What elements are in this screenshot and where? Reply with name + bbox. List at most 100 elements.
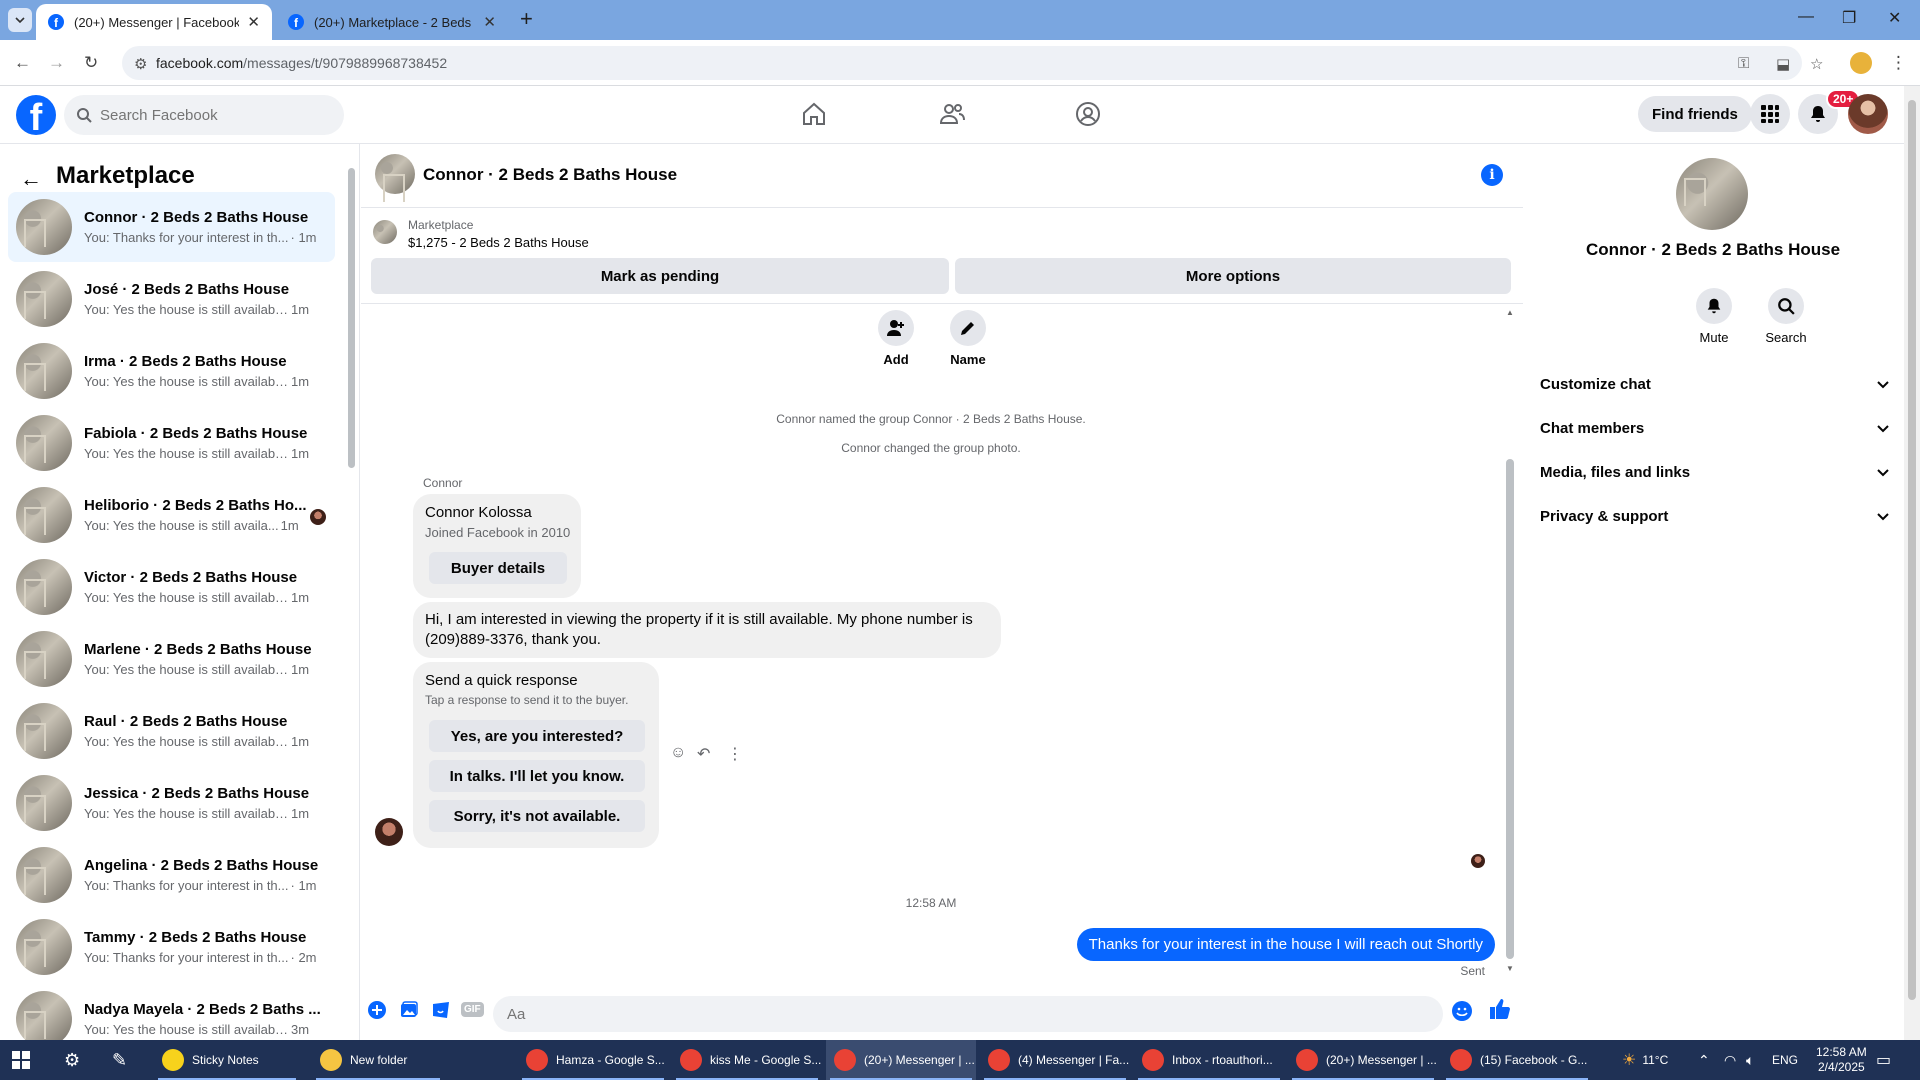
reload-icon[interactable]: ↻	[84, 53, 98, 73]
friends-icon[interactable]	[938, 100, 966, 128]
photo-icon[interactable]	[399, 1000, 419, 1020]
seen-avatar	[310, 509, 326, 525]
sticker-icon[interactable]	[431, 1000, 451, 1020]
wifi-icon[interactable]: ◠	[1724, 1040, 1736, 1080]
windows-start-icon[interactable]	[12, 1040, 30, 1080]
reply-icon[interactable]: ↶	[697, 744, 710, 764]
taskbar-item[interactable]: (20+) Messenger | ...	[1288, 1040, 1438, 1080]
sender-avatar[interactable]	[375, 818, 403, 846]
conversation-item[interactable]: Victor · 2 Beds 2 Baths House You: Yes th…	[8, 552, 335, 622]
address-bar[interactable]: ⚙ facebook.com/messages/t/90798899687384…	[122, 46, 1823, 80]
find-friends-button[interactable]: Find friends	[1638, 96, 1752, 132]
menu-grid-icon[interactable]	[1750, 94, 1790, 134]
minimize-icon[interactable]: —	[1798, 8, 1814, 26]
back-arrow-icon[interactable]: ←	[20, 166, 42, 192]
conversation-item[interactable]: Fabiola · 2 Beds 2 Baths House You: Yes t…	[8, 408, 335, 478]
profile-avatar[interactable]	[1848, 94, 1888, 134]
buyer-details-button[interactable]: Buyer details	[429, 552, 567, 584]
listing-title[interactable]: $1,275 - 2 Beds 2 Baths House	[408, 235, 589, 250]
taskbar-item[interactable]: (15) Facebook - G...	[1442, 1040, 1592, 1080]
quick-response-not-available[interactable]: Sorry, it's not available.	[429, 800, 645, 832]
thumbs-up-icon[interactable]	[1489, 998, 1511, 1020]
conversation-item[interactable]: Jessica · 2 Beds 2 Baths House You: Yes t…	[8, 768, 335, 838]
system-message: Connor changed the group photo.	[841, 441, 1021, 455]
browser-tab-marketplace[interactable]: f (20+) Marketplace - 2 Beds 2 B ✕	[276, 4, 508, 40]
groups-icon[interactable]	[1074, 100, 1102, 128]
notepad-icon[interactable]: ✎	[112, 1040, 127, 1080]
listing-thumbnail[interactable]	[373, 220, 397, 244]
volume-icon[interactable]: 🔈︎	[1746, 1040, 1754, 1080]
emoji-icon[interactable]	[1451, 1000, 1473, 1022]
info-icon[interactable]: i	[1481, 164, 1503, 186]
search-input[interactable]	[100, 106, 320, 124]
tab-search-button[interactable]	[8, 8, 32, 32]
page-scrollbar[interactable]	[1904, 86, 1920, 1040]
conversation-item[interactable]: Angelina · 2 Beds 2 Baths House You: Than…	[8, 840, 335, 910]
close-tab-icon[interactable]: ✕	[483, 13, 496, 31]
taskbar-item[interactable]: (4) Messenger | Fa...	[980, 1040, 1130, 1080]
taskbar-item[interactable]: (20+) Messenger | ...	[826, 1040, 976, 1080]
conversation-item[interactable]: Connor · 2 Beds 2 Baths House You: Thanks…	[8, 192, 335, 262]
left-scrollbar[interactable]	[345, 144, 357, 1040]
clock[interactable]: 12:58 AM 2/4/2025	[1816, 1040, 1867, 1080]
chat-scrollbar[interactable]: ▲ ▼	[1503, 304, 1517, 978]
more-actions-icon[interactable]: ⋮	[727, 744, 743, 764]
taskbar-item[interactable]: Hamza - Google S...	[518, 1040, 668, 1080]
conversation-item[interactable]: Tammy · 2 Beds 2 Baths House You: Thanks …	[8, 912, 335, 982]
gif-icon[interactable]: GIF	[461, 1002, 484, 1017]
notification-center-icon[interactable]: ▭	[1876, 1040, 1891, 1080]
more-options-button[interactable]: More options	[955, 258, 1511, 294]
conversation-item[interactable]: Marlene · 2 Beds 2 Baths House You: Yes t…	[8, 624, 335, 694]
system-message: Connor named the group Connor · 2 Beds 2…	[776, 412, 1086, 426]
facebook-logo-icon[interactable]: f	[16, 95, 56, 135]
chat-avatar[interactable]	[375, 154, 415, 202]
site-info-icon[interactable]: ⚙	[134, 55, 147, 73]
facebook-search[interactable]	[64, 95, 344, 135]
add-person-icon[interactable]	[878, 310, 914, 346]
close-tab-icon[interactable]: ✕	[247, 13, 260, 31]
close-window-icon[interactable]: ✕	[1888, 8, 1901, 28]
restore-icon[interactable]: ❐	[1842, 8, 1856, 28]
input-language[interactable]: ENG	[1772, 1040, 1798, 1080]
forward-arrow-icon[interactable]: →	[48, 53, 65, 73]
taskbar-item[interactable]: kiss Me - Google S...	[672, 1040, 822, 1080]
password-key-icon[interactable]: ⚿	[1738, 55, 1749, 72]
tray-chevron-icon[interactable]: ⌃	[1698, 1040, 1710, 1080]
quick-response-yes[interactable]: Yes, are you interested?	[429, 720, 645, 752]
conversation-item[interactable]: Nadya Mayela · 2 Beds 2 Baths ... You: Ye…	[8, 984, 335, 1040]
search-label: Search	[1765, 330, 1807, 345]
mark-as-pending-button[interactable]: Mark as pending	[371, 258, 949, 294]
conversation-item[interactable]: Raul · 2 Beds 2 Baths House You: Yes the …	[8, 696, 335, 766]
back-arrow-icon[interactable]: ←	[14, 53, 31, 73]
taskbar-item[interactable]: Sticky Notes	[154, 1040, 300, 1080]
plus-circle-icon[interactable]	[367, 1000, 387, 1020]
react-emoji-icon[interactable]: ☺	[670, 744, 686, 762]
customize-chat-section[interactable]: Customize chat	[1540, 366, 1890, 402]
install-app-icon[interactable]: ⬓	[1776, 55, 1790, 73]
settings-gear-icon[interactable]: ⚙	[64, 1040, 80, 1080]
conversation-item[interactable]: Irma · 2 Beds 2 Baths House You: Yes the …	[8, 336, 335, 406]
browser-tab-messenger[interactable]: f (20+) Messenger | Facebook ✕	[36, 4, 272, 40]
chat-title[interactable]: Connor · 2 Beds 2 Baths House	[423, 165, 677, 185]
weather-icon[interactable]: ☀ 11°C	[1622, 1040, 1668, 1080]
edit-name-pencil-icon[interactable]	[950, 310, 986, 346]
group-avatar[interactable]	[1676, 158, 1748, 230]
mute-button[interactable]: Mute	[1674, 288, 1754, 345]
message-input[interactable]	[493, 996, 1443, 1032]
bookmark-star-icon[interactable]: ☆	[1810, 55, 1823, 73]
conversation-name: Victor · 2 Beds 2 Baths House	[84, 569, 298, 586]
privacy-support-section[interactable]: Privacy & support	[1540, 498, 1890, 534]
conversation-avatar	[16, 559, 72, 615]
conversation-item[interactable]: Heliborio · 2 Beds 2 Baths Ho... You: Yes…	[8, 480, 335, 550]
conversation-item[interactable]: José · 2 Beds 2 Baths House You: Yes the …	[8, 264, 335, 334]
new-tab-button[interactable]: +	[520, 6, 533, 32]
browser-menu-icon[interactable]: ⋮	[1890, 53, 1907, 73]
quick-response-in-talks[interactable]: In talks. I'll let you know.	[429, 760, 645, 792]
home-icon[interactable]	[800, 100, 828, 128]
search-in-chat-button[interactable]: Search	[1746, 288, 1826, 345]
media-files-links-section[interactable]: Media, files and links	[1540, 454, 1890, 490]
chat-members-section[interactable]: Chat members	[1540, 410, 1890, 446]
taskbar-item[interactable]: Inbox - rtoauthori...	[1134, 1040, 1284, 1080]
extension-icon[interactable]	[1850, 52, 1872, 74]
taskbar-item[interactable]: New folder	[312, 1040, 444, 1080]
